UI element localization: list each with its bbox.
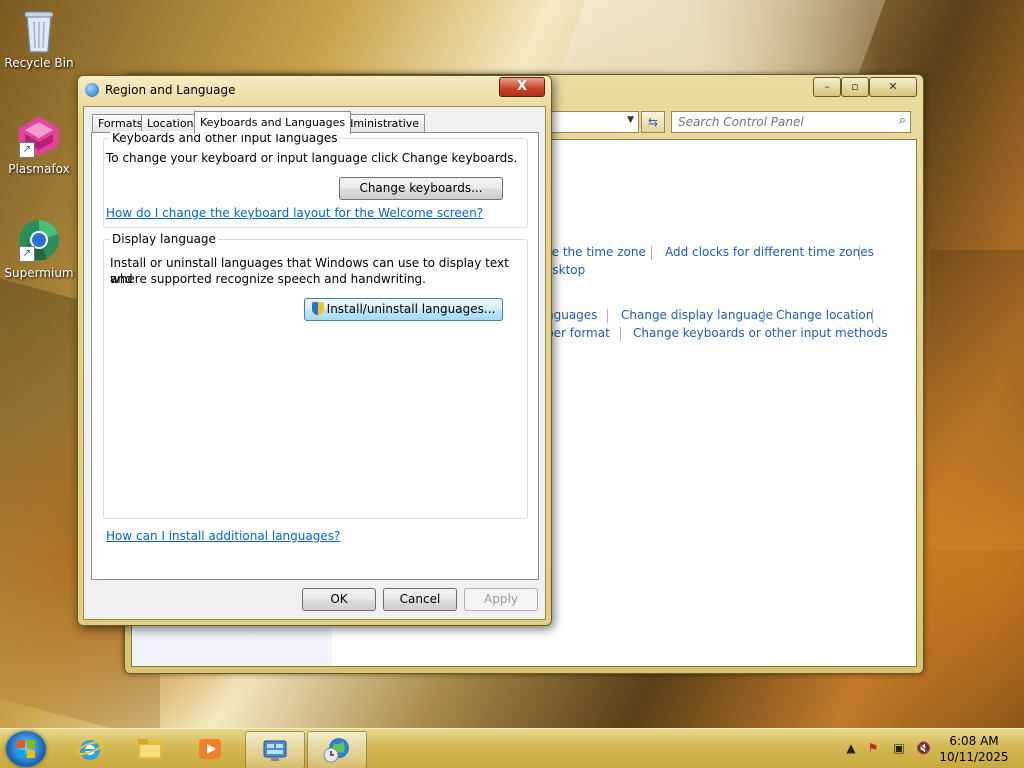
link-change-location[interactable]: Change location [776, 308, 873, 322]
supermium-icon: ↗ [17, 218, 61, 262]
shortcut-arrow-icon: ↗ [19, 246, 35, 262]
group-title: Display language [110, 232, 218, 246]
volume-muted-icon[interactable]: 🔇 [916, 741, 931, 755]
minimize-button[interactable]: – [813, 77, 841, 97]
internet-explorer-icon [76, 740, 104, 760]
link-separator [620, 327, 621, 341]
apply-button[interactable]: Apply [464, 588, 538, 611]
cancel-button[interactable]: Cancel [383, 588, 457, 611]
clock-date: 10/11/2025 [939, 750, 1009, 764]
network-icon[interactable]: ▣ [892, 741, 906, 755]
desktop-icon-plasmafox[interactable]: ↗ Plasmafox [1, 114, 77, 176]
refresh-button[interactable]: ⇆ [641, 111, 665, 133]
globe-clock-icon [323, 738, 349, 763]
ok-button[interactable]: OK [302, 588, 376, 611]
change-keyboards-button[interactable]: Change keyboards... [339, 177, 503, 200]
desktop-icon-supermium[interactable]: ↗ Supermium [1, 218, 77, 280]
search-input[interactable] [672, 112, 890, 132]
taskbar-internet-explorer[interactable] [61, 731, 119, 767]
dialog-body: Formats Location Keyboards and Languages… [83, 106, 546, 620]
maximize-button[interactable]: ▫ [841, 77, 869, 97]
link-languages[interactable]: nguages [546, 308, 597, 322]
link-number-format[interactable]: ber format [546, 326, 610, 340]
link-change-time-zone[interactable]: ge the time zone [544, 245, 646, 259]
taskbar: ▲ ⚑ ▣ 🔇 6:08 AM 10/11/2025 [0, 728, 1024, 768]
plasmafox-icon: ↗ [17, 114, 61, 158]
show-hidden-icons-chevron[interactable]: ▲ [844, 741, 858, 755]
taskbar-control-panel[interactable] [245, 731, 305, 768]
install-uninstall-languages-button[interactable]: Install/uninstall languages... [304, 298, 503, 321]
keyboards-group: Keyboards and other input languages To c… [103, 131, 528, 228]
link-separator [859, 246, 860, 260]
welcome-screen-keyboard-link[interactable]: How do I change the keyboard layout for … [106, 206, 483, 220]
control-panel-icon [263, 740, 287, 761]
tab-panel-keyboards-and-languages: Keyboards and other input languages To c… [91, 131, 539, 580]
shortcut-arrow-icon: ↗ [19, 142, 35, 158]
uac-shield-icon [311, 302, 324, 315]
dialog-title: Region and Language [105, 83, 236, 97]
wallpaper-shard [930, 250, 1024, 550]
globe-icon [85, 83, 99, 97]
recycle-bin-icon [17, 8, 61, 53]
link-add-clocks[interactable]: Add clocks for different time zones [665, 245, 874, 259]
taskbar-region-language[interactable] [307, 731, 367, 768]
desktop-icon-label: Plasmafox [8, 162, 70, 176]
search-box[interactable]: ⌕ [671, 111, 911, 133]
address-bar-dropdown[interactable]: ▼ [545, 111, 639, 133]
start-button[interactable] [6, 731, 46, 767]
tab-keyboards-and-languages[interactable]: Keyboards and Languages [194, 111, 352, 134]
region-language-dialog[interactable]: Region and Language X Formats Location K… [77, 75, 552, 626]
windows-logo-icon [17, 740, 35, 758]
desktop-icon-label: Supermium [4, 266, 74, 280]
button-label: Install/uninstall languages... [326, 302, 496, 316]
link-separator [651, 246, 652, 260]
link-separator [872, 309, 873, 323]
display-language-description-line2: where supported recognize speech and han… [110, 272, 426, 286]
link-change-keyboards[interactable]: Change keyboards or other input methods [633, 326, 888, 340]
chevron-down-icon: ▼ [627, 115, 634, 125]
refresh-icon: ⇆ [647, 115, 659, 129]
link-separator [763, 309, 764, 323]
taskbar-file-explorer[interactable] [121, 731, 179, 767]
folder-icon [138, 739, 162, 759]
close-button[interactable]: X [499, 77, 545, 97]
desktop-icon-label: Recycle Bin [4, 56, 74, 70]
link-change-display-language[interactable]: Change display language [621, 308, 773, 322]
media-player-icon [199, 739, 221, 759]
clock-time: 6:08 AM [949, 734, 999, 748]
desktop-icon-recycle-bin[interactable]: Recycle Bin [1, 8, 77, 70]
close-button[interactable]: ✕ [869, 77, 917, 97]
keyboards-description: To change your keyboard or input languag… [106, 151, 518, 165]
install-additional-languages-link[interactable]: How can I install additional languages? [106, 529, 340, 543]
system-clock[interactable]: 6:08 AM 10/11/2025 [938, 733, 1010, 765]
action-center-flag-icon[interactable]: ⚑ [866, 741, 880, 755]
display-language-group: Display language Install or uninstall la… [103, 232, 528, 519]
link-separator [607, 309, 608, 323]
search-icon: ⌕ [898, 113, 906, 128]
close-icon: X [516, 79, 528, 94]
taskbar-media-player[interactable] [181, 731, 239, 767]
